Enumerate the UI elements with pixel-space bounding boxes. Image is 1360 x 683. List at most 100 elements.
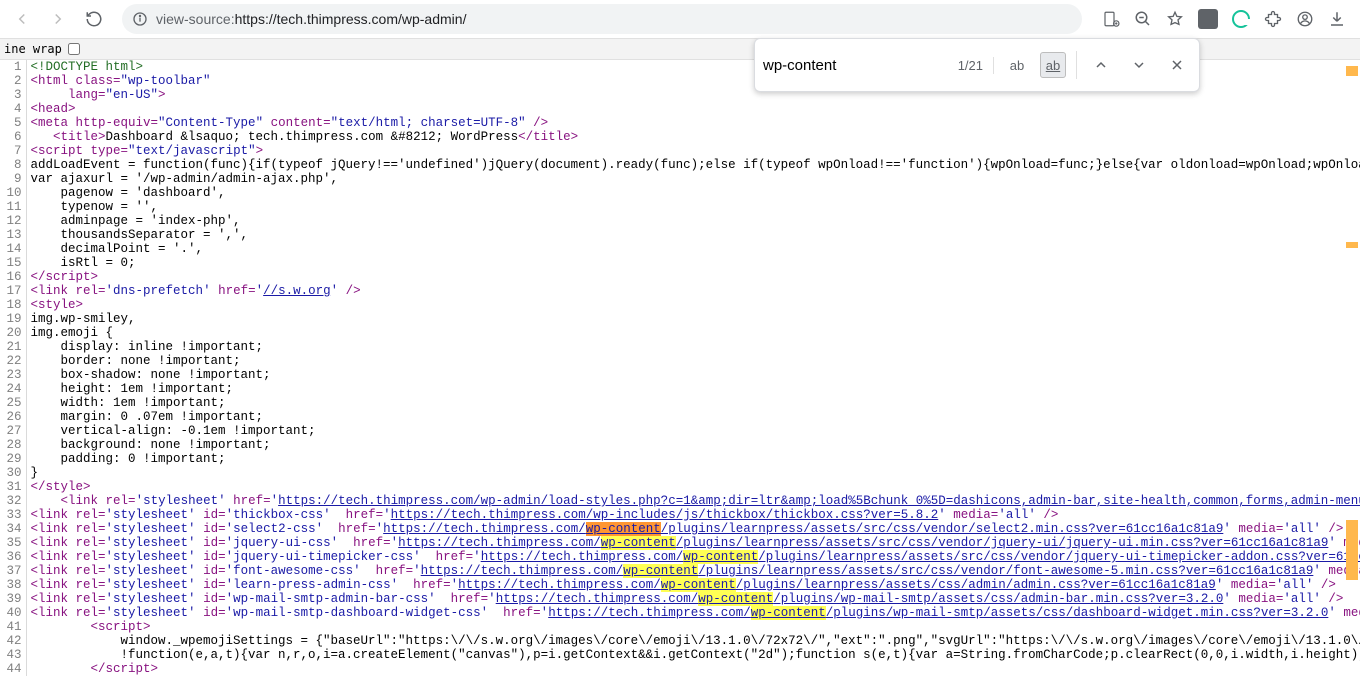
line-code[interactable]: vertical-align: -0.1em !important; bbox=[26, 424, 1360, 438]
line-code[interactable]: <meta http-equiv="Content-Type" content=… bbox=[26, 116, 1360, 130]
line-number[interactable]: 20 bbox=[0, 326, 26, 340]
line-code[interactable]: <script> bbox=[26, 620, 1360, 634]
address-bar[interactable]: view-source:https://tech.thimpress.com/w… bbox=[122, 4, 1082, 34]
line-code[interactable]: width: 1em !important; bbox=[26, 396, 1360, 410]
line-number[interactable]: 15 bbox=[0, 256, 26, 270]
line-code[interactable]: window._wpemojiSettings = {"baseUrl":"ht… bbox=[26, 634, 1360, 648]
line-number[interactable]: 44 bbox=[0, 662, 26, 676]
line-number[interactable]: 21 bbox=[0, 340, 26, 354]
line-code[interactable]: addLoadEvent = function(func){if(typeof … bbox=[26, 158, 1360, 172]
line-code[interactable]: height: 1em !important; bbox=[26, 382, 1360, 396]
line-code[interactable]: <link rel='stylesheet' id='select2-css' … bbox=[26, 522, 1360, 536]
line-code[interactable]: typenow = '', bbox=[26, 200, 1360, 214]
line-code[interactable]: <link rel='stylesheet' id='wp-mail-smtp-… bbox=[26, 592, 1360, 606]
line-code[interactable]: <link rel='stylesheet' id='learn-press-a… bbox=[26, 578, 1360, 592]
line-code[interactable]: border: none !important; bbox=[26, 354, 1360, 368]
line-number[interactable]: 9 bbox=[0, 172, 26, 186]
line-code[interactable]: pagenow = 'dashboard', bbox=[26, 186, 1360, 200]
line-code[interactable]: <script type="text/javascript"> bbox=[26, 144, 1360, 158]
line-number[interactable]: 16 bbox=[0, 270, 26, 284]
find-prev-button[interactable] bbox=[1087, 51, 1115, 79]
find-next-button[interactable] bbox=[1125, 51, 1153, 79]
line-code[interactable]: adminpage = 'index-php', bbox=[26, 214, 1360, 228]
line-number[interactable]: 10 bbox=[0, 186, 26, 200]
line-code[interactable]: } bbox=[26, 466, 1360, 480]
line-number[interactable]: 38 bbox=[0, 578, 26, 592]
line-number[interactable]: 7 bbox=[0, 144, 26, 158]
line-code[interactable]: box-shadow: none !important; bbox=[26, 368, 1360, 382]
line-code[interactable]: !function(e,a,t){var n,r,o,i=a.createEle… bbox=[26, 648, 1360, 662]
line-code[interactable]: <link rel='dns-prefetch' href='//s.w.org… bbox=[26, 284, 1360, 298]
line-number[interactable]: 4 bbox=[0, 102, 26, 116]
download-arrow-icon[interactable] bbox=[1328, 10, 1346, 28]
line-code[interactable]: var ajaxurl = '/wp-admin/admin-ajax.php'… bbox=[26, 172, 1360, 186]
line-number[interactable]: 17 bbox=[0, 284, 26, 298]
line-code[interactable]: <link rel='stylesheet' id='jquery-ui-tim… bbox=[26, 550, 1360, 564]
grammarly-icon[interactable] bbox=[1232, 10, 1250, 28]
line-number[interactable]: 42 bbox=[0, 634, 26, 648]
extensions-puzzle-icon[interactable] bbox=[1264, 10, 1282, 28]
line-code[interactable]: </script> bbox=[26, 662, 1360, 676]
line-code[interactable]: </style> bbox=[26, 480, 1360, 494]
line-number[interactable]: 37 bbox=[0, 564, 26, 578]
line-code[interactable]: padding: 0 !important; bbox=[26, 452, 1360, 466]
line-code[interactable]: img.emoji { bbox=[26, 326, 1360, 340]
line-number[interactable]: 27 bbox=[0, 424, 26, 438]
profile-avatar-icon[interactable] bbox=[1296, 10, 1314, 28]
line-number[interactable]: 13 bbox=[0, 228, 26, 242]
line-number[interactable]: 34 bbox=[0, 522, 26, 536]
line-code[interactable]: img.wp-smiley, bbox=[26, 312, 1360, 326]
line-number[interactable]: 29 bbox=[0, 452, 26, 466]
line-code[interactable]: display: inline !important; bbox=[26, 340, 1360, 354]
line-number[interactable]: 19 bbox=[0, 312, 26, 326]
forward-button[interactable] bbox=[44, 5, 72, 33]
download-badge-icon[interactable] bbox=[1198, 9, 1218, 29]
line-number[interactable]: 23 bbox=[0, 368, 26, 382]
line-number[interactable]: 22 bbox=[0, 354, 26, 368]
line-number[interactable]: 30 bbox=[0, 466, 26, 480]
line-code[interactable]: background: none !important; bbox=[26, 438, 1360, 452]
reload-button[interactable] bbox=[80, 5, 108, 33]
line-code[interactable]: <link rel='stylesheet' id='thickbox-css'… bbox=[26, 508, 1360, 522]
line-number[interactable]: 6 bbox=[0, 130, 26, 144]
whole-word-toggle[interactable]: ab bbox=[1040, 52, 1066, 78]
line-wrap-checkbox[interactable] bbox=[68, 43, 80, 55]
line-number[interactable]: 2 bbox=[0, 74, 26, 88]
site-info-icon[interactable] bbox=[132, 11, 148, 27]
source-view[interactable]: 1<!DOCTYPE html>2<html class="wp-toolbar… bbox=[0, 60, 1360, 683]
bookmark-star-icon[interactable] bbox=[1166, 10, 1184, 28]
line-number[interactable]: 43 bbox=[0, 648, 26, 662]
line-code[interactable]: decimalPoint = '.', bbox=[26, 242, 1360, 256]
line-code[interactable]: </script> bbox=[26, 270, 1360, 284]
line-number[interactable]: 18 bbox=[0, 298, 26, 312]
line-number[interactable]: 24 bbox=[0, 382, 26, 396]
line-code[interactable]: isRtl = 0; bbox=[26, 256, 1360, 270]
line-number[interactable]: 25 bbox=[0, 396, 26, 410]
line-code[interactable]: <link rel='stylesheet' id='wp-mail-smtp-… bbox=[26, 606, 1360, 620]
line-number[interactable]: 31 bbox=[0, 480, 26, 494]
zoom-out-icon[interactable] bbox=[1134, 10, 1152, 28]
line-code[interactable]: margin: 0 .07em !important; bbox=[26, 410, 1360, 424]
back-button[interactable] bbox=[8, 5, 36, 33]
line-code[interactable]: <link rel='stylesheet' id='font-awesome-… bbox=[26, 564, 1360, 578]
line-number[interactable]: 3 bbox=[0, 88, 26, 102]
line-number[interactable]: 1 bbox=[0, 60, 26, 74]
install-page-icon[interactable] bbox=[1102, 10, 1120, 28]
line-code[interactable]: thousandsSeparator = ',', bbox=[26, 228, 1360, 242]
line-number[interactable]: 40 bbox=[0, 606, 26, 620]
line-number[interactable]: 12 bbox=[0, 214, 26, 228]
line-number[interactable]: 26 bbox=[0, 410, 26, 424]
line-code[interactable]: <link rel='stylesheet' id='jquery-ui-css… bbox=[26, 536, 1360, 550]
line-number[interactable]: 5 bbox=[0, 116, 26, 130]
line-code[interactable]: <link rel='stylesheet' href='https://tec… bbox=[26, 494, 1360, 508]
line-number[interactable]: 8 bbox=[0, 158, 26, 172]
line-number[interactable]: 11 bbox=[0, 200, 26, 214]
line-code[interactable]: <title>Dashboard &lsaquo; tech.thimpress… bbox=[26, 130, 1360, 144]
line-number[interactable]: 41 bbox=[0, 620, 26, 634]
match-case-toggle[interactable]: ab bbox=[1004, 52, 1030, 78]
line-number[interactable]: 32 bbox=[0, 494, 26, 508]
line-number[interactable]: 39 bbox=[0, 592, 26, 606]
line-number[interactable]: 28 bbox=[0, 438, 26, 452]
find-close-button[interactable] bbox=[1163, 51, 1191, 79]
line-code[interactable]: <style> bbox=[26, 298, 1360, 312]
